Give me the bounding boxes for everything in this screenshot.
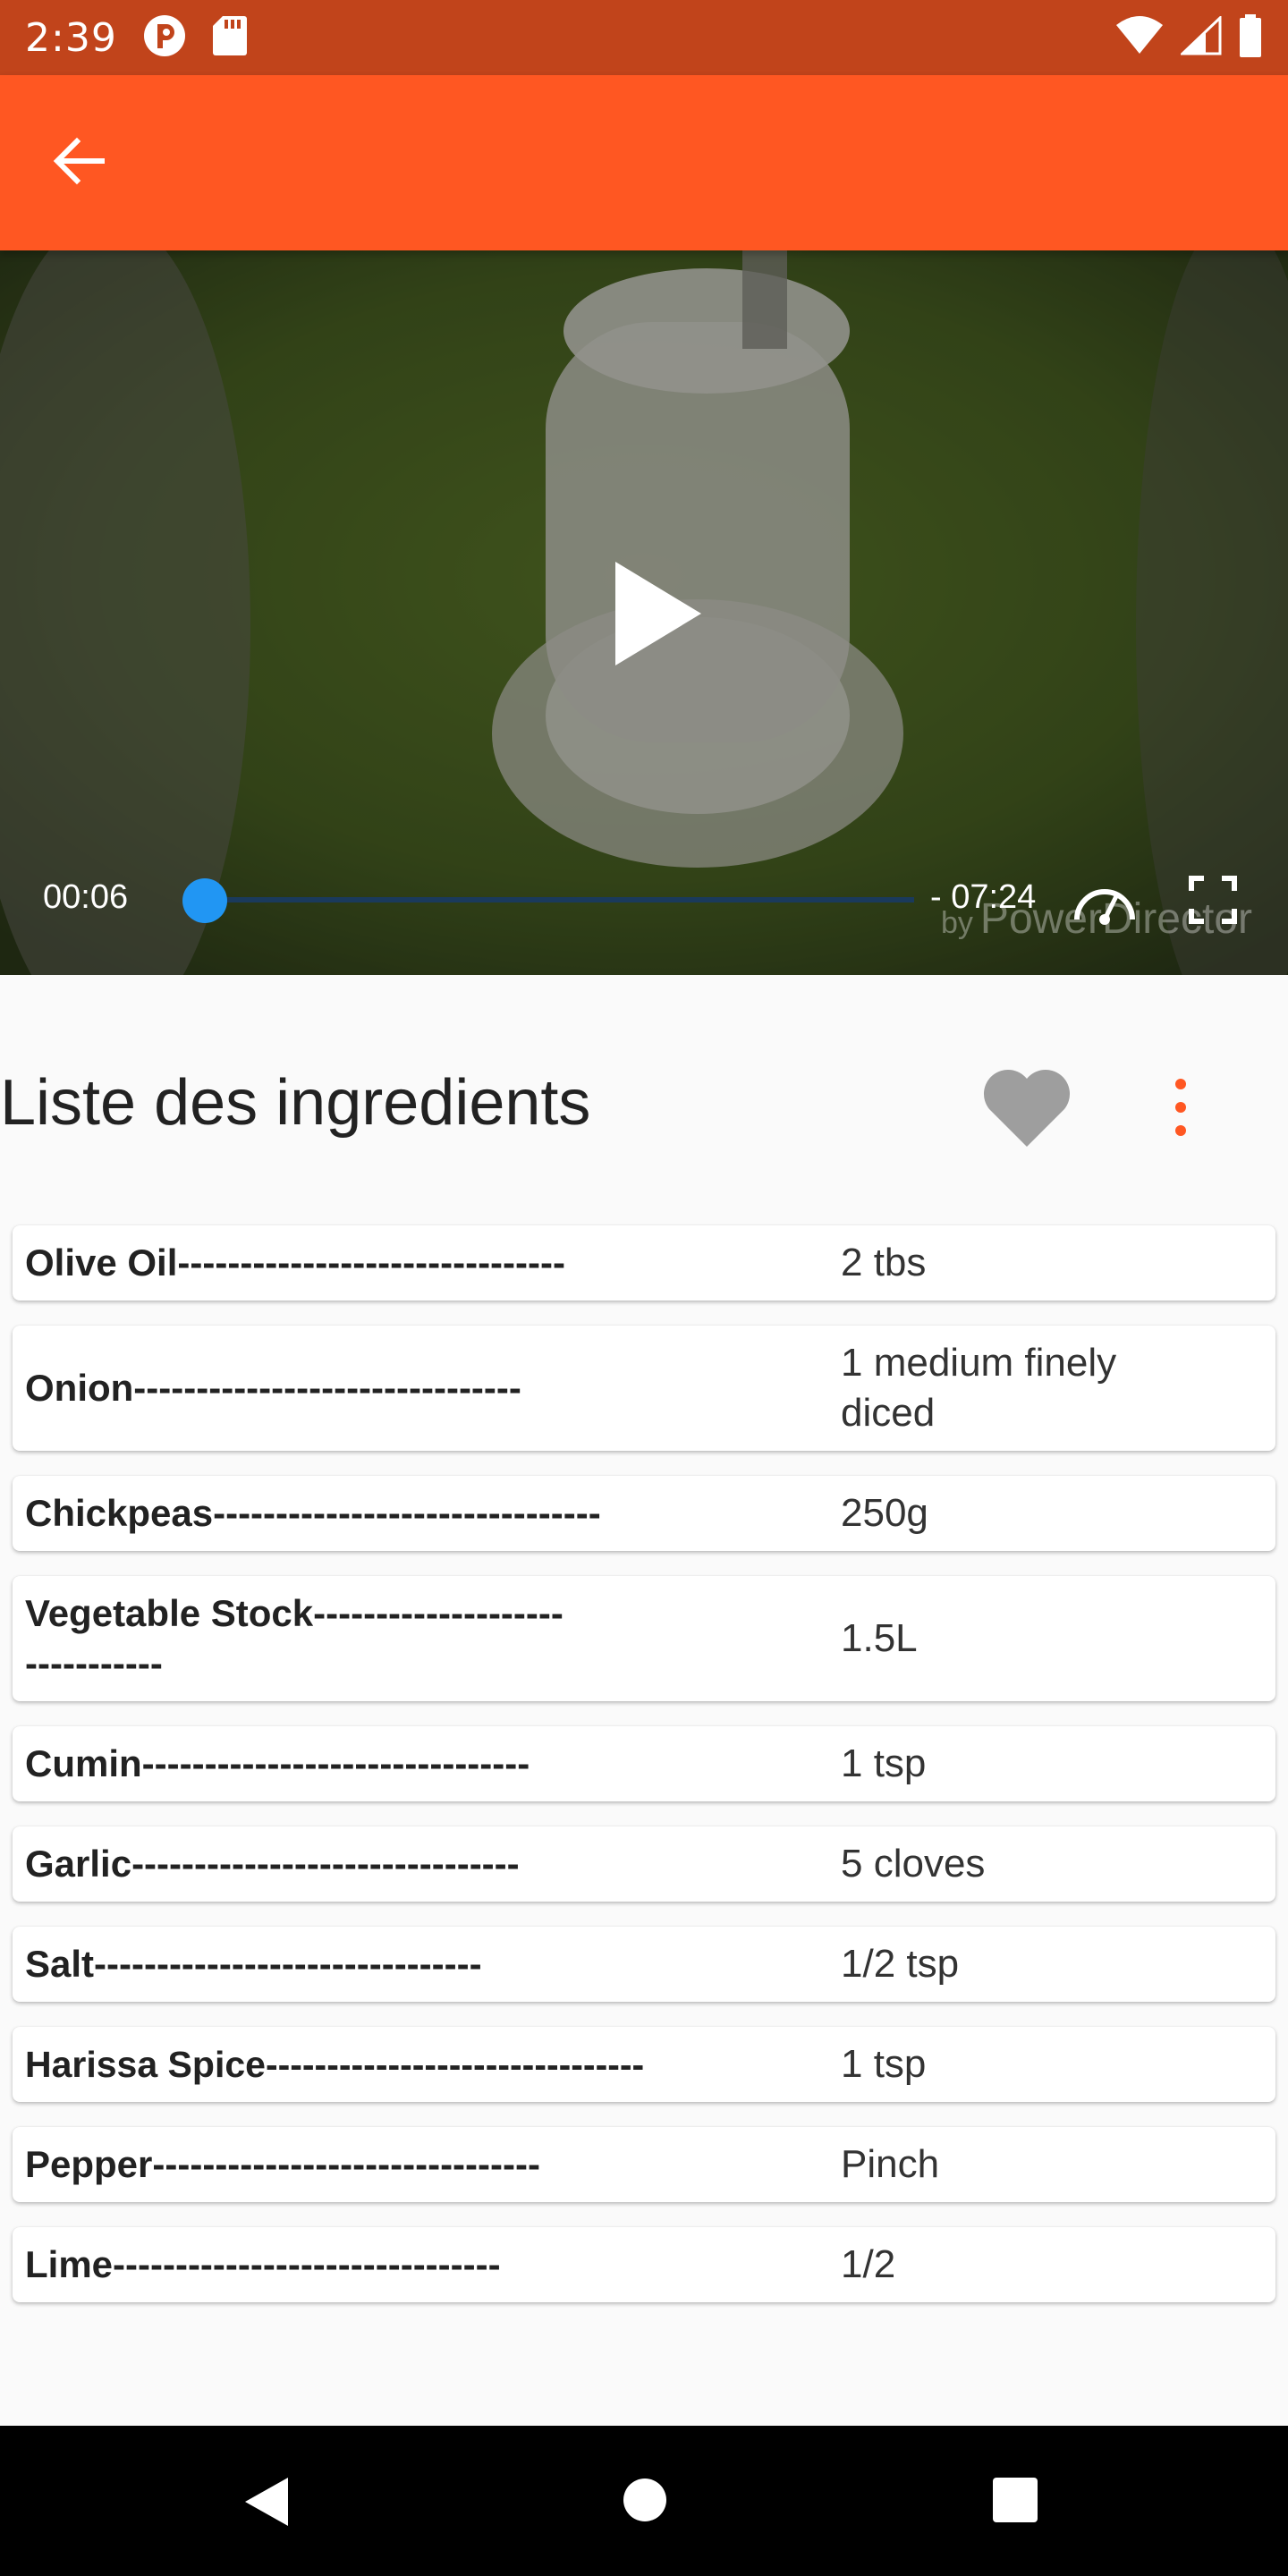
fullscreen-button[interactable] [1186, 873, 1240, 927]
ingredient-quantity: 1 tsp [841, 1741, 927, 1785]
status-time: 2:39 [25, 14, 117, 61]
speedometer-icon [1070, 889, 1140, 930]
more-vert-icon [1175, 1079, 1186, 1089]
ingredient-row[interactable]: Vegetable Stock-------------------------… [13, 1576, 1275, 1701]
favorite-button[interactable] [980, 1064, 1073, 1150]
ingredients-title: Liste des ingredients [0, 1067, 591, 1139]
more-vert-dot [1175, 1102, 1186, 1113]
ingredient-row[interactable]: Cumin------------------------------- 1 t… [13, 1726, 1275, 1801]
ingredient-quantity: Pinch [841, 2142, 940, 2186]
back-button[interactable] [36, 120, 122, 206]
sd-card-icon [212, 14, 248, 61]
app-bar [0, 75, 1288, 250]
seek-bar[interactable] [195, 897, 914, 902]
ingredient-name: Harissa Spice---------------------------… [25, 2044, 645, 2085]
ingredient-name: Olive Oil------------------------------- [25, 1241, 565, 1284]
square-recents-icon [993, 2478, 1038, 2522]
ingredient-name: Onion------------------------------- [25, 1367, 521, 1409]
ingredient-name: Cumin------------------------------- [25, 1742, 530, 1784]
playback-speed-button[interactable] [1070, 873, 1140, 927]
circle-home-icon [623, 2479, 666, 2521]
video-remaining-time: - 07:24 [930, 878, 1037, 916]
ingredient-row[interactable]: Lime------------------------------- 1/2 [13, 2227, 1275, 2302]
seek-thumb[interactable] [182, 878, 228, 923]
fullscreen-icon [1186, 876, 1240, 930]
nav-recents-button[interactable] [991, 2476, 1039, 2528]
system-nav-bar [0, 2426, 1288, 2576]
ingredient-name: Salt------------------------------- [25, 1943, 482, 1985]
ingredient-name: Lime------------------------------- [25, 2243, 501, 2285]
more-options-button[interactable] [1159, 1073, 1202, 1141]
status-bar: 2:39 [0, 0, 1288, 75]
ingredient-quantity: 250g [841, 1491, 928, 1535]
nav-home-button[interactable] [621, 2476, 669, 2528]
ingredient-row[interactable]: Harissa Spice---------------------------… [13, 2027, 1275, 2102]
ingredient-name: Chickpeas------------------------------- [25, 1492, 601, 1534]
battery-icon [1238, 14, 1263, 61]
ingredient-quantity: 5 cloves [841, 1842, 986, 1885]
ingredient-quantity: 1 tsp [841, 2042, 927, 2086]
video-current-time: 00:06 [43, 878, 129, 916]
ingredient-row[interactable]: Onion------------------------------- 1 m… [13, 1326, 1275, 1451]
notification-app-icon [142, 13, 187, 62]
triangle-back-icon [245, 2478, 288, 2526]
ingredient-row[interactable]: Garlic------------------------------- 5 … [13, 1826, 1275, 1902]
ingredient-list: Olive Oil-------------------------------… [13, 1225, 1275, 2327]
arrow-back-icon [50, 132, 107, 193]
video-player[interactable]: 00:06 by PowerDirector - 07:24 [0, 250, 1288, 975]
ingredient-quantity: 2 tbs [841, 1241, 927, 1284]
ingredient-name: Vegetable Stock-------------------------… [25, 1592, 564, 1684]
ingredient-row[interactable]: Chickpeas-------------------------------… [13, 1476, 1275, 1551]
ingredient-row[interactable]: Pepper------------------------------- Pi… [13, 2127, 1275, 2202]
cellular-signal-icon [1179, 14, 1222, 59]
ingredient-quantity: 1.5L [841, 1616, 918, 1660]
ingredient-quantity: 1/2 [841, 2242, 896, 2286]
ingredient-row[interactable]: Salt------------------------------- 1/2 … [13, 1927, 1275, 2002]
ingredient-quantity: 1 medium finely diced [841, 1341, 1117, 1435]
ingredient-quantity: 1/2 tsp [841, 1942, 960, 1986]
ingredient-name: Pepper------------------------------- [25, 2143, 540, 2185]
ingredient-name: Garlic------------------------------- [25, 1843, 520, 1885]
heart-icon [980, 1069, 1073, 1154]
wifi-icon [1114, 16, 1165, 59]
more-vert-dot [1175, 1125, 1186, 1136]
ingredient-row[interactable]: Olive Oil-------------------------------… [13, 1225, 1275, 1301]
nav-back-button[interactable] [242, 2474, 292, 2533]
play-button[interactable] [608, 558, 707, 669]
